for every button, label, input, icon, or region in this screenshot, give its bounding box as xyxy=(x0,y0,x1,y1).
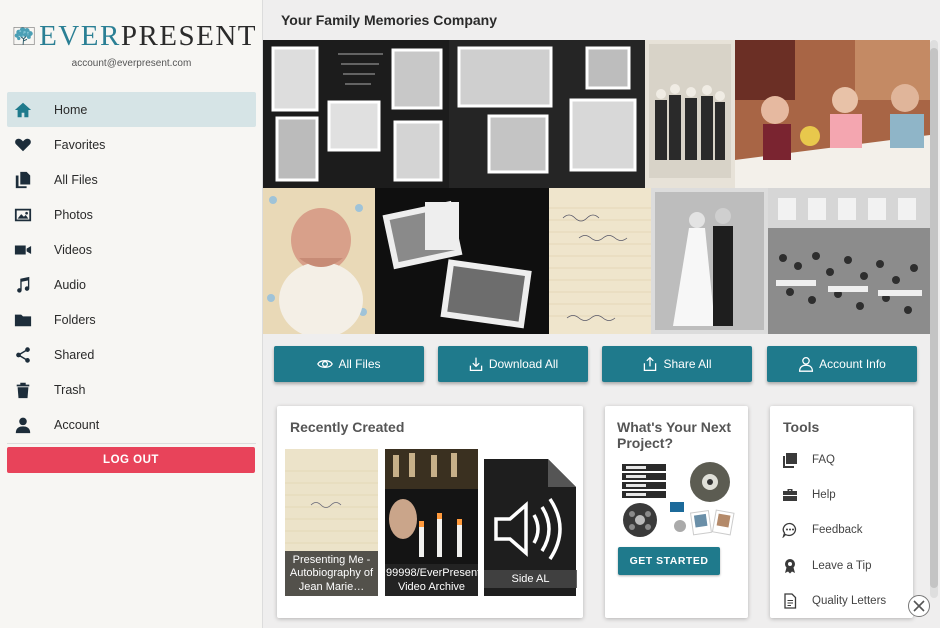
sidebar-item-trash[interactable]: Trash xyxy=(7,372,256,407)
user-icon xyxy=(13,415,33,435)
tools-card: Tools FAQ Help Feedback Leave a Tip Qual… xyxy=(770,406,913,618)
tool-label: Feedback xyxy=(812,524,863,536)
all-files-button[interactable]: All Files xyxy=(274,346,424,382)
chat-bubble-icon xyxy=(782,522,797,538)
sidebar-item-home[interactable]: Home xyxy=(7,92,256,127)
nav-divider xyxy=(7,443,256,444)
briefcase-icon xyxy=(783,489,797,501)
collage-family-group-photo xyxy=(645,40,735,188)
download-icon xyxy=(469,357,483,372)
tools-title: Tools xyxy=(783,419,820,435)
recent-item-caption: Presenting Me - Autobiography of Jean Ma… xyxy=(285,550,378,596)
collage-banquet-hall-photo xyxy=(768,188,930,334)
tool-label: Help xyxy=(812,489,836,501)
sidebar-item-account[interactable]: Account xyxy=(7,407,256,442)
close-icon xyxy=(913,600,925,612)
tool-label: Quality Letters xyxy=(812,595,887,607)
recent-item-audio-side-al[interactable]: Side AL xyxy=(484,449,577,596)
sidebar-item-label: Home xyxy=(54,102,88,117)
all-files-label: All Files xyxy=(338,357,381,371)
share-icon xyxy=(13,345,33,365)
tool-feedback[interactable]: Feedback xyxy=(782,520,863,540)
heart-icon xyxy=(13,135,33,155)
tool-label: FAQ xyxy=(812,454,836,466)
tool-help[interactable]: Help xyxy=(782,485,836,505)
media-collection-icon xyxy=(622,462,735,537)
sidebar-item-label: Trash xyxy=(54,382,86,397)
action-bar: All Files Download All Share All Account… xyxy=(263,346,930,382)
recent-item-caption: Side AL xyxy=(484,569,577,588)
sidebar-item-label: Videos xyxy=(54,242,92,257)
logo-text: EVERPRESENT xyxy=(39,20,257,53)
download-all-button[interactable]: Download All xyxy=(438,346,588,382)
files-icon xyxy=(13,170,33,190)
close-button[interactable] xyxy=(908,595,930,617)
sidebar-item-label: Audio xyxy=(54,277,86,292)
folder-icon xyxy=(13,310,33,330)
music-note-icon xyxy=(13,275,33,295)
sidebar-nav: Home Favorites All Files Photos Videos A… xyxy=(7,92,256,442)
next-project-title: What's Your Next Project? xyxy=(617,419,732,451)
sidebar-item-favorites[interactable]: Favorites xyxy=(7,127,256,162)
tree-logo-icon xyxy=(13,27,35,45)
logo-text-ever: EVER xyxy=(39,19,121,52)
award-icon xyxy=(785,559,795,574)
tool-leave-a-tip[interactable]: Leave a Tip xyxy=(782,556,871,576)
account-info-label: Account Info xyxy=(819,357,886,371)
eye-icon xyxy=(317,360,334,368)
recent-item-autobiography[interactable]: Presenting Me - Autobiography of Jean Ma… xyxy=(285,449,378,596)
download-all-label: Download All xyxy=(488,357,559,371)
sidebar-item-audio[interactable]: Audio xyxy=(7,267,256,302)
trash-icon xyxy=(13,380,33,400)
tool-label: Leave a Tip xyxy=(812,560,872,572)
collage-handwritten-letter xyxy=(549,188,651,334)
sidebar-item-label: Shared xyxy=(54,347,95,362)
sidebar-item-label: All Files xyxy=(54,172,98,187)
home-icon xyxy=(13,100,33,120)
scrollbar-thumb[interactable] xyxy=(930,48,938,588)
collage-wedding-prints xyxy=(375,188,549,334)
sidebar-item-label: Photos xyxy=(54,207,93,222)
recent-item-video-archive[interactable]: 99998/EverPresent Video Archive xyxy=(385,449,478,596)
upload-share-icon xyxy=(644,356,657,372)
user-outline-icon xyxy=(799,356,814,372)
sidebar-item-all-files[interactable]: All Files xyxy=(7,162,256,197)
collage-scrapbook-page-1 xyxy=(263,40,449,188)
logo-text-present: PRESENT xyxy=(120,19,257,52)
tool-faq[interactable]: FAQ xyxy=(782,450,835,470)
main-content: Your Family Memories Company All Files D… xyxy=(263,0,940,628)
collage-baby-photo xyxy=(263,188,375,334)
recently-created-title: Recently Created xyxy=(290,419,405,435)
tool-quality-letters[interactable]: Quality Letters xyxy=(782,591,886,611)
company-tagline: Your Family Memories Company xyxy=(281,12,498,28)
share-all-label: Share All xyxy=(663,357,712,371)
next-project-card: What's Your Next Project? GET STARTED xyxy=(605,406,748,618)
sidebar-item-folders[interactable]: Folders xyxy=(7,302,256,337)
video-camera-icon xyxy=(13,240,33,260)
sidebar: EVERPRESENT account@everpresent.com Home… xyxy=(0,0,263,628)
collage-bride-groom-photo xyxy=(651,188,768,334)
recent-item-caption: 99998/EverPresent Video Archive xyxy=(385,564,478,596)
photos-icon xyxy=(13,205,33,225)
collage-scrapbook-page-2 xyxy=(449,40,645,188)
logo[interactable]: EVERPRESENT xyxy=(12,14,257,58)
account-info-button[interactable]: Account Info xyxy=(767,346,917,382)
collage-dinner-party-photo xyxy=(735,40,930,188)
sidebar-item-label: Folders xyxy=(54,312,96,327)
sidebar-item-shared[interactable]: Shared xyxy=(7,337,256,372)
faq-icon xyxy=(783,453,797,468)
main-scrollbar[interactable] xyxy=(930,40,938,598)
sidebar-item-photos[interactable]: Photos xyxy=(7,197,256,232)
account-email: account@everpresent.com xyxy=(71,58,192,69)
sidebar-item-label: Favorites xyxy=(54,137,106,152)
share-all-button[interactable]: Share All xyxy=(602,346,752,382)
sidebar-item-videos[interactable]: Videos xyxy=(7,232,256,267)
memories-collage[interactable] xyxy=(263,40,930,334)
get-started-button[interactable]: GET STARTED xyxy=(618,547,720,575)
document-icon xyxy=(784,593,797,609)
sidebar-item-label: Account xyxy=(54,417,100,432)
recently-created-card: Recently Created Presenting Me - Autobio… xyxy=(277,406,583,618)
logout-button[interactable]: LOG OUT xyxy=(7,447,255,473)
